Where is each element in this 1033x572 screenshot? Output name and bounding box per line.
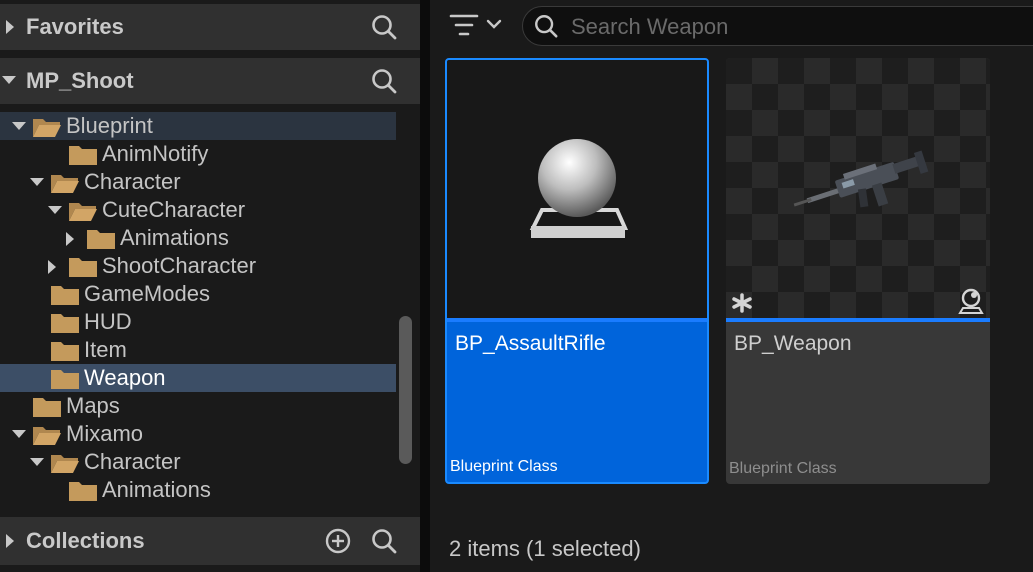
asset-tile[interactable]: BP_Weapon Blueprint Class	[726, 58, 990, 484]
tree-item[interactable]: Character	[0, 448, 396, 476]
collapse-caret-icon[interactable]	[12, 122, 26, 130]
asset-name: BP_AssaultRifle	[455, 332, 606, 355]
tree-item[interactable]: Animations	[0, 224, 396, 252]
tree-item[interactable]: Weapon	[0, 364, 396, 392]
asset-name: BP_Weapon	[734, 332, 852, 355]
tree-item[interactable]: GameModes	[0, 280, 396, 308]
folder-tree: Blueprint AnimNotify Character CuteCharacte…	[0, 104, 420, 512]
collapse-caret-icon[interactable]	[30, 458, 44, 466]
folder-open-icon	[50, 172, 80, 194]
collapse-caret-icon[interactable]	[2, 76, 16, 84]
asset-toolbar	[430, 0, 1033, 50]
asset-type: Blueprint Class	[729, 460, 837, 477]
folder-icon	[68, 480, 98, 502]
tree-item-label: Character	[84, 449, 181, 474]
status-text: 2 items (1 selected)	[449, 536, 641, 561]
tree-scrollbar[interactable]	[399, 316, 412, 464]
tree-item-label: ShootCharacter	[102, 253, 257, 278]
tree-item-label: Character	[84, 169, 181, 194]
tree-item-label: Animations	[120, 225, 229, 250]
tree-item-label: Animations	[102, 477, 211, 502]
tree-item[interactable]: ShootCharacter	[0, 252, 396, 280]
sources-panel: Favorites MP_Shoot Blueprint AnimNotify Ch…	[0, 0, 420, 572]
asset-type: Blueprint Class	[450, 458, 558, 475]
tree-item-label: Maps	[66, 393, 120, 418]
asset-color-bar	[726, 318, 990, 322]
asset-thumbnail	[447, 60, 707, 318]
search-input[interactable]	[569, 11, 1033, 43]
content-browser: Favorites MP_Shoot Blueprint AnimNotify Ch…	[0, 0, 1033, 572]
tree-item[interactable]: Character	[0, 168, 396, 196]
project-title: MP_Shoot	[26, 68, 134, 93]
tree-item[interactable]: AnimNotify	[0, 140, 396, 168]
folder-icon	[32, 396, 62, 418]
rifle-thumbnail-icon	[793, 150, 929, 208]
tree-item-label: Mixamo	[66, 421, 144, 446]
add-circle-icon[interactable]	[324, 527, 352, 555]
folder-icon	[68, 144, 98, 166]
tree-item[interactable]: Item	[0, 336, 396, 364]
tree-item[interactable]: CuteCharacter	[0, 196, 396, 224]
favorites-header[interactable]: Favorites	[0, 4, 420, 50]
collapse-caret-icon[interactable]	[30, 178, 44, 186]
project-header[interactable]: MP_Shoot	[0, 58, 420, 104]
search-icon[interactable]	[370, 527, 398, 555]
favorites-title: Favorites	[26, 14, 124, 39]
expand-caret-icon[interactable]	[48, 260, 56, 274]
blueprint-class-icon	[958, 288, 984, 314]
tree-item-label: Weapon	[84, 365, 166, 390]
search-icon[interactable]	[370, 67, 398, 95]
filter-icon[interactable]	[448, 10, 508, 40]
folder-open-icon	[50, 452, 80, 474]
folder-icon	[50, 368, 80, 390]
tree-item[interactable]: Blueprint	[0, 112, 396, 140]
tree-item[interactable]: Animations	[0, 476, 396, 504]
collections-title: Collections	[26, 528, 145, 553]
blueprint-sphere-icon	[529, 139, 629, 238]
search-icon	[535, 15, 558, 38]
tree-item-label: Blueprint	[66, 113, 153, 138]
tree-item-label: Item	[84, 337, 127, 362]
tree-item-label: GameModes	[84, 281, 210, 306]
tree-item[interactable]: Maps	[0, 392, 396, 420]
expand-caret-icon[interactable]	[66, 232, 74, 246]
tree-item-label: HUD	[84, 309, 132, 334]
collections-header[interactable]: Collections	[0, 517, 420, 565]
folder-icon	[86, 228, 116, 250]
expand-caret-icon[interactable]	[6, 534, 14, 548]
asset-color-bar	[447, 318, 707, 322]
folder-open-icon	[32, 424, 62, 446]
asset-thumbnail	[726, 58, 990, 318]
asset-tile[interactable]: BP_AssaultRifle Blueprint Class	[445, 58, 709, 484]
tree-item-label: CuteCharacter	[102, 197, 246, 222]
tree-item-label: AnimNotify	[102, 141, 209, 166]
asset-view: BP_AssaultRifle Blueprint Class	[430, 0, 1033, 572]
folder-open-icon	[68, 200, 98, 222]
search-field[interactable]	[522, 6, 1033, 46]
collapse-caret-icon[interactable]	[48, 206, 62, 214]
folder-icon	[50, 312, 80, 334]
folder-icon	[50, 284, 80, 306]
expand-caret-icon[interactable]	[6, 20, 14, 34]
search-icon[interactable]	[370, 13, 398, 41]
collapse-caret-icon[interactable]	[12, 430, 26, 438]
folder-open-icon	[32, 116, 62, 138]
actor-icon	[732, 293, 752, 313]
folder-icon	[50, 340, 80, 362]
tree-item[interactable]: Mixamo	[0, 420, 396, 448]
panel-splitter[interactable]	[420, 0, 430, 572]
tree-item[interactable]: HUD	[0, 308, 396, 336]
folder-icon	[68, 256, 98, 278]
